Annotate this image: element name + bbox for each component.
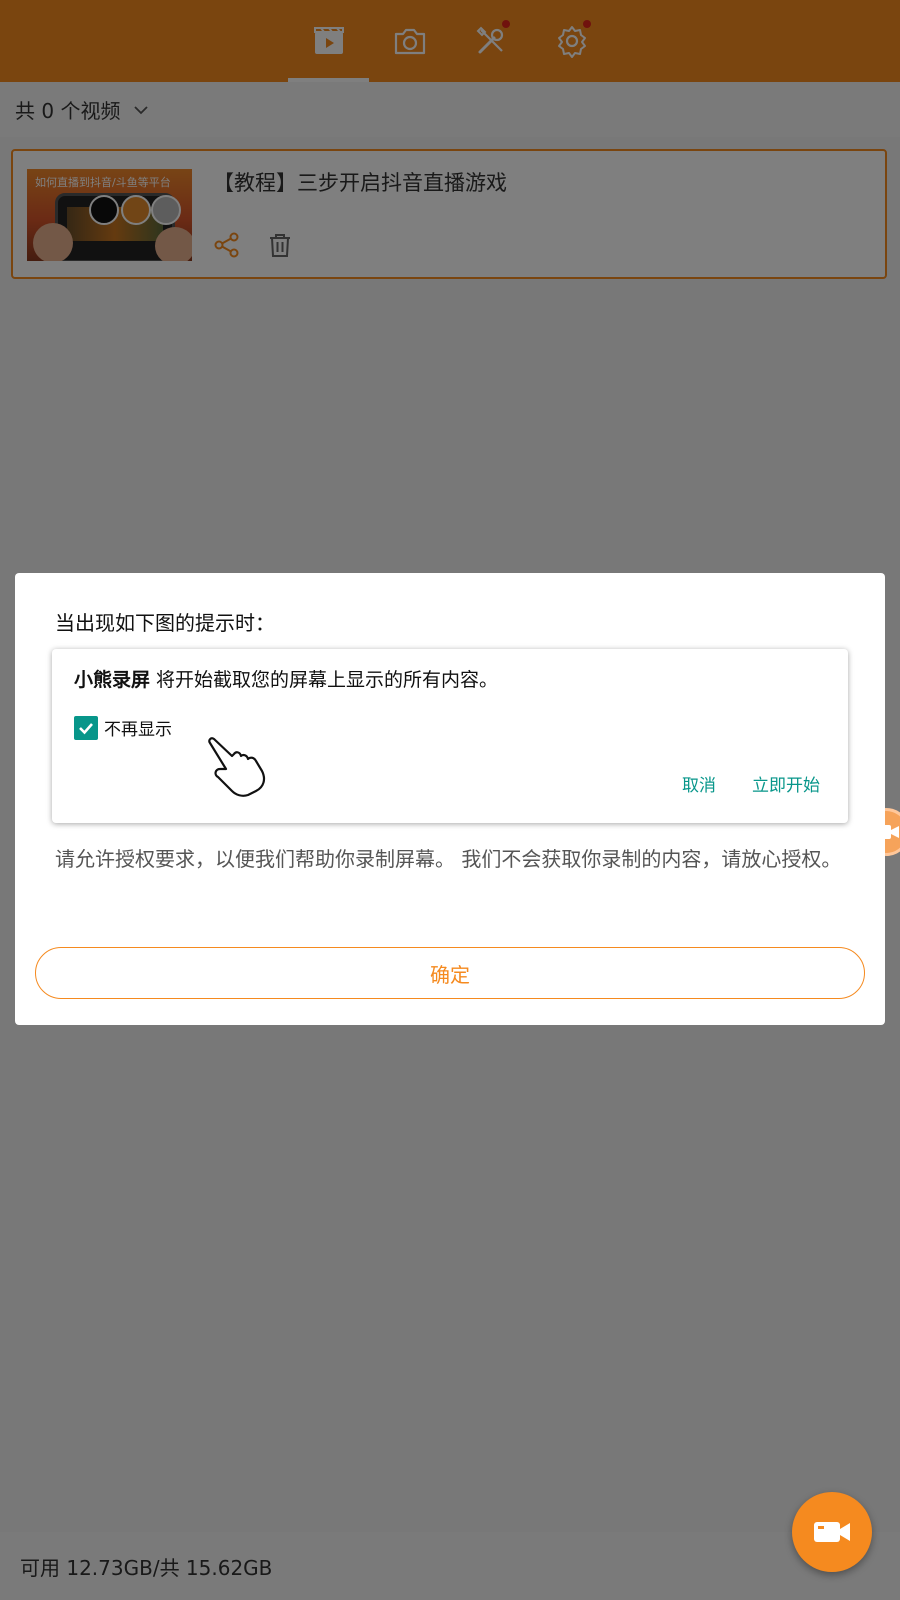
sample-cancel-label: 取消 [682, 776, 716, 796]
sample-app-name: 小熊录屏 [74, 669, 151, 691]
sample-message: 小熊录屏 将开始截取您的屏幕上显示的所有内容。 [74, 665, 498, 692]
sample-message-text: 将开始截取您的屏幕上显示的所有内容。 [150, 669, 499, 691]
confirm-button[interactable]: 确定 [35, 947, 865, 999]
sample-dont-show-row: 不再显示 [74, 715, 172, 740]
hand-pointer-icon [208, 737, 266, 797]
sample-start-label: 立即开始 [752, 776, 820, 796]
record-button[interactable] [792, 1492, 872, 1572]
video-camera-icon [814, 1522, 850, 1542]
sample-system-prompt: 小熊录屏 将开始截取您的屏幕上显示的所有内容。 不再显示 取消 立即开始 [52, 649, 848, 823]
sample-checkbox-label: 不再显示 [104, 720, 172, 740]
check-icon [79, 722, 93, 734]
dialog-body-text: 请允许授权要求，以便我们帮助你录制屏幕。 我们不会获取你录制的内容，请放心授权。 [55, 847, 842, 871]
dialog-heading: 当出现如下图的提示时： [55, 611, 275, 635]
sample-checkbox [74, 715, 98, 740]
permission-guide-dialog: 当出现如下图的提示时： 小熊录屏 将开始截取您的屏幕上显示的所有内容。 不再显示… [15, 573, 885, 1025]
